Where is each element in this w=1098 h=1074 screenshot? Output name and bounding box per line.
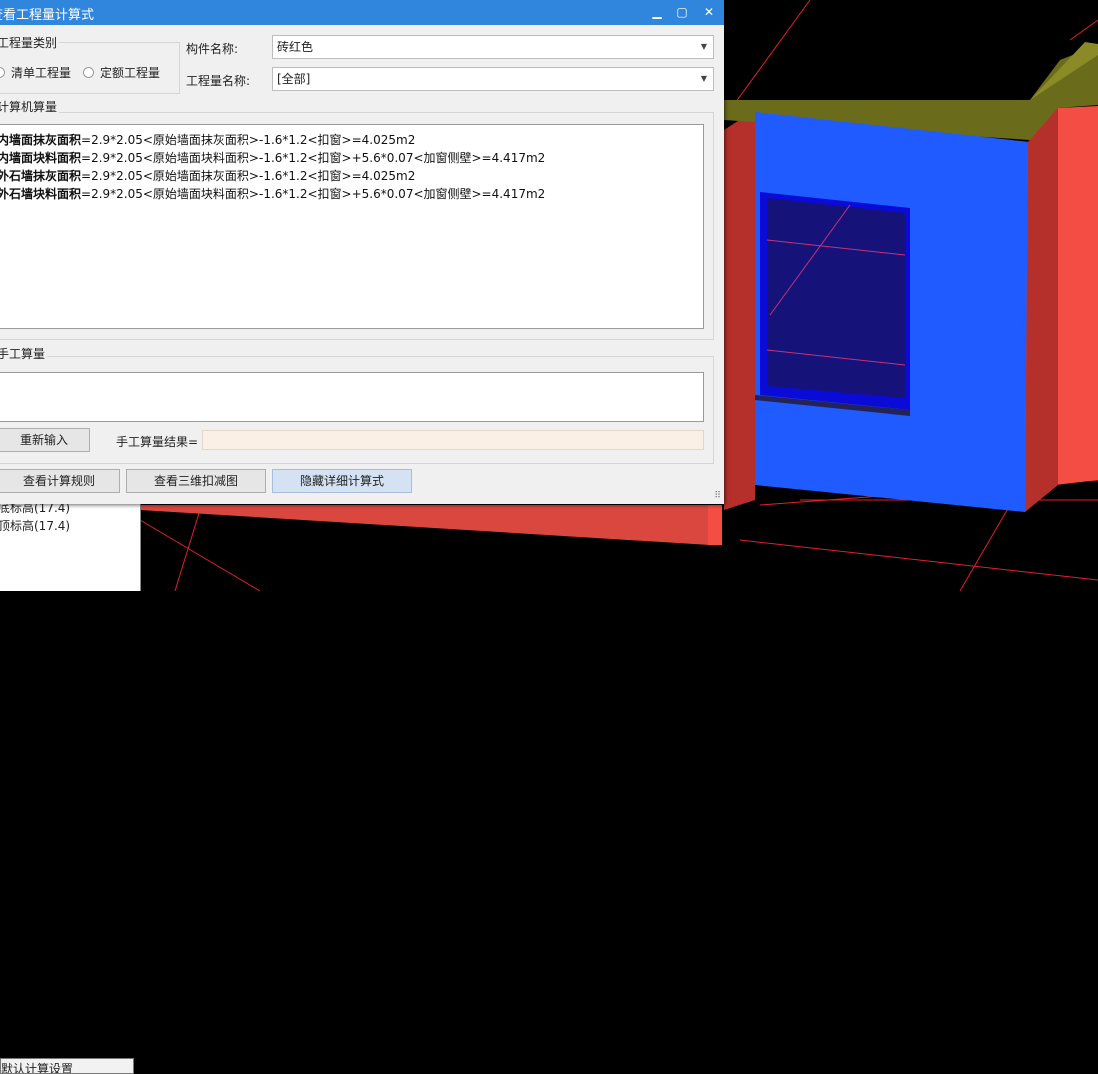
quantity-name-label: 工程量名称:: [186, 74, 251, 88]
resize-grip-icon[interactable]: ⠿: [714, 491, 721, 501]
radio-bill-quantity[interactable]: 清单工程量: [0, 64, 71, 81]
chevron-down-icon: ▼: [700, 42, 707, 51]
radio-icon: [83, 67, 94, 78]
view-3d-deduction-button[interactable]: 查看三维扣减图: [126, 469, 266, 493]
left-pillar-side: [724, 110, 755, 510]
quantity-type-label: 工程量类别: [0, 34, 60, 51]
quantity-name-select[interactable]: [全部] ▼: [272, 67, 714, 91]
computer-calc-textbox[interactable]: 内墙面抹灰面积=2.9*2.05<原始墙面抹灰面积>-1.6*1.2<扣窗>=4…: [0, 124, 704, 329]
close-icon[interactable]: ✕: [694, 0, 724, 25]
calc-line: 外石墙块料面积=2.9*2.05<原始墙面块料面积>-1.6*1.2<扣窗>+5…: [0, 187, 546, 201]
manual-result-label: 手工算量结果=: [116, 435, 199, 449]
dialog-title: 查看工程量计算式: [0, 8, 95, 23]
component-name-select[interactable]: 砖红色 ▼: [272, 35, 714, 59]
title-bar[interactable]: 查看工程量计算式 ▁ ▢ ✕: [0, 0, 724, 25]
manual-calc-label: 手工算量: [0, 345, 48, 362]
quantity-formula-dialog: 查看工程量计算式 ▁ ▢ ✕ 工程量类别 清单工程量 定额工程量 构件名称: 砖…: [0, 0, 724, 504]
radio-quota-quantity[interactable]: 定额工程量: [83, 64, 160, 81]
radio-icon: [0, 67, 5, 78]
manual-calc-input[interactable]: [0, 372, 704, 422]
manual-result-field[interactable]: [202, 430, 704, 450]
calc-line: 外石墙抹灰面积=2.9*2.05<原始墙面抹灰面积>-1.6*1.2<扣窗>=4…: [0, 169, 416, 183]
chevron-down-icon: ▼: [700, 74, 707, 83]
property-row[interactable]: 顶标高(17.4): [0, 516, 134, 536]
default-calc-settings-button[interactable]: 默认计算设置: [0, 1058, 134, 1074]
maximize-icon[interactable]: ▢: [667, 0, 697, 25]
reenter-button[interactable]: 重新输入: [0, 428, 90, 452]
calc-line: 内墙面块料面积=2.9*2.05<原始墙面块料面积>-1.6*1.2<扣窗>+5…: [0, 151, 546, 165]
window-glass: [767, 198, 905, 398]
computer-calc-label: 计算机算量: [0, 98, 60, 115]
hide-detail-formula-button[interactable]: 隐藏详细计算式: [272, 469, 412, 493]
calc-line: 内墙面抹灰面积=2.9*2.05<原始墙面抹灰面积>-1.6*1.2<扣窗>=4…: [0, 133, 416, 147]
component-name-label: 构件名称:: [186, 42, 239, 56]
view-calc-rules-button[interactable]: 查看计算规则: [0, 469, 120, 493]
